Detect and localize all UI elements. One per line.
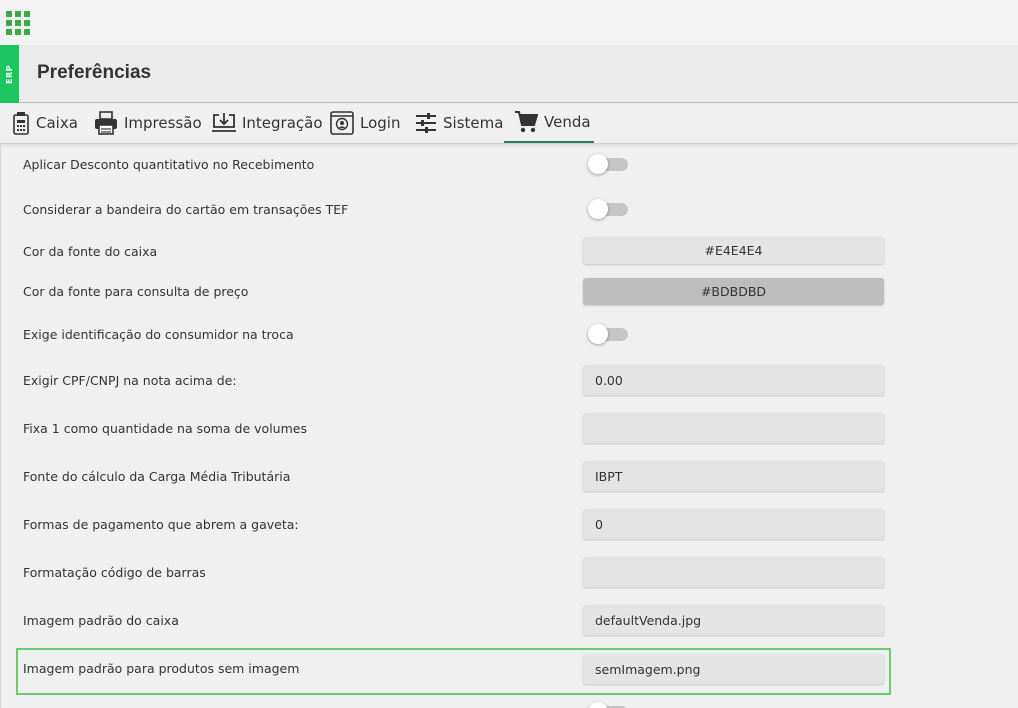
color-field-caixa[interactable]: #E4E4E4	[583, 237, 884, 264]
tab-venda-label: Venda	[544, 113, 591, 131]
text-field[interactable]	[583, 413, 884, 443]
tab-bar: Caixa Impressão Integração Login Sistema…	[0, 103, 1018, 144]
top-bar	[0, 0, 1018, 45]
setting-label: Formatação código de barras	[23, 565, 206, 580]
setting-label: Imagem padrão do caixa	[23, 613, 179, 628]
erp-tag: ERP	[0, 45, 19, 103]
setting-toggle[interactable]	[588, 323, 628, 345]
setting-label: Cor da fonte para consulta de preço	[23, 284, 249, 299]
tab-integracao[interactable]: Integração	[212, 103, 323, 143]
setting-label: Fixa 1 como quantidade na soma de volume…	[23, 421, 307, 436]
tab-impressao-label: Impressão	[124, 114, 202, 132]
setting-label: Formas de pagamento que abrem a gaveta:	[23, 517, 299, 532]
setting-label: Considerar a bandeira do cartão em trans…	[23, 202, 349, 217]
setting-label: Fonte do cálculo da Carga Média Tributár…	[23, 469, 291, 484]
tab-sistema-label: Sistema	[443, 114, 504, 132]
text-field[interactable]: IBPT	[583, 461, 884, 491]
tab-venda[interactable]: Venda	[504, 103, 594, 143]
tab-caixa[interactable]: Caixa	[12, 103, 78, 143]
setting-label: Exigir CPF/CNPJ na nota acima de:	[23, 373, 237, 388]
text-field[interactable]: 0	[583, 509, 884, 539]
page-title: Preferências	[37, 62, 152, 83]
setting-toggle[interactable]	[588, 153, 628, 175]
setting-label: Aplicar Desconto quantitativo no Recebim…	[23, 157, 315, 172]
tab-sistema[interactable]: Sistema	[415, 103, 503, 143]
text-field[interactable]: semImagem.png	[583, 654, 884, 684]
setting-toggle[interactable]	[588, 701, 628, 708]
setting-label: Cor da fonte do caixa	[23, 244, 158, 259]
tab-login[interactable]: Login	[330, 103, 400, 143]
tab-integracao-label: Integração	[242, 114, 323, 132]
tab-caixa-label: Caixa	[36, 114, 78, 132]
erp-tag-label: ERP	[5, 64, 14, 84]
tab-login-label: Login	[360, 114, 401, 132]
text-field[interactable]: 0.00	[583, 365, 884, 395]
color-field-consulta[interactable]: #BDBDBD	[583, 278, 884, 305]
settings-list: Aplicar Desconto quantitativo no Recebim…	[0, 144, 1018, 708]
text-field[interactable]	[583, 557, 884, 587]
import-icon	[212, 112, 236, 134]
login-icon	[330, 111, 354, 135]
tab-impressao[interactable]: Impressão	[94, 103, 202, 143]
calculator-icon	[12, 111, 30, 135]
sliders-icon	[415, 112, 437, 134]
page-header: ERP Preferências	[0, 45, 1018, 103]
setting-label: Imagem padrão para produtos sem imagem	[23, 661, 300, 676]
cart-icon	[514, 110, 538, 134]
text-field[interactable]: defaultVenda.jpg	[583, 605, 884, 635]
apps-grid-icon[interactable]	[6, 11, 30, 35]
setting-label: Exige identificação do consumidor na tro…	[23, 327, 294, 342]
setting-toggle[interactable]	[588, 198, 628, 220]
printer-icon	[94, 111, 118, 135]
